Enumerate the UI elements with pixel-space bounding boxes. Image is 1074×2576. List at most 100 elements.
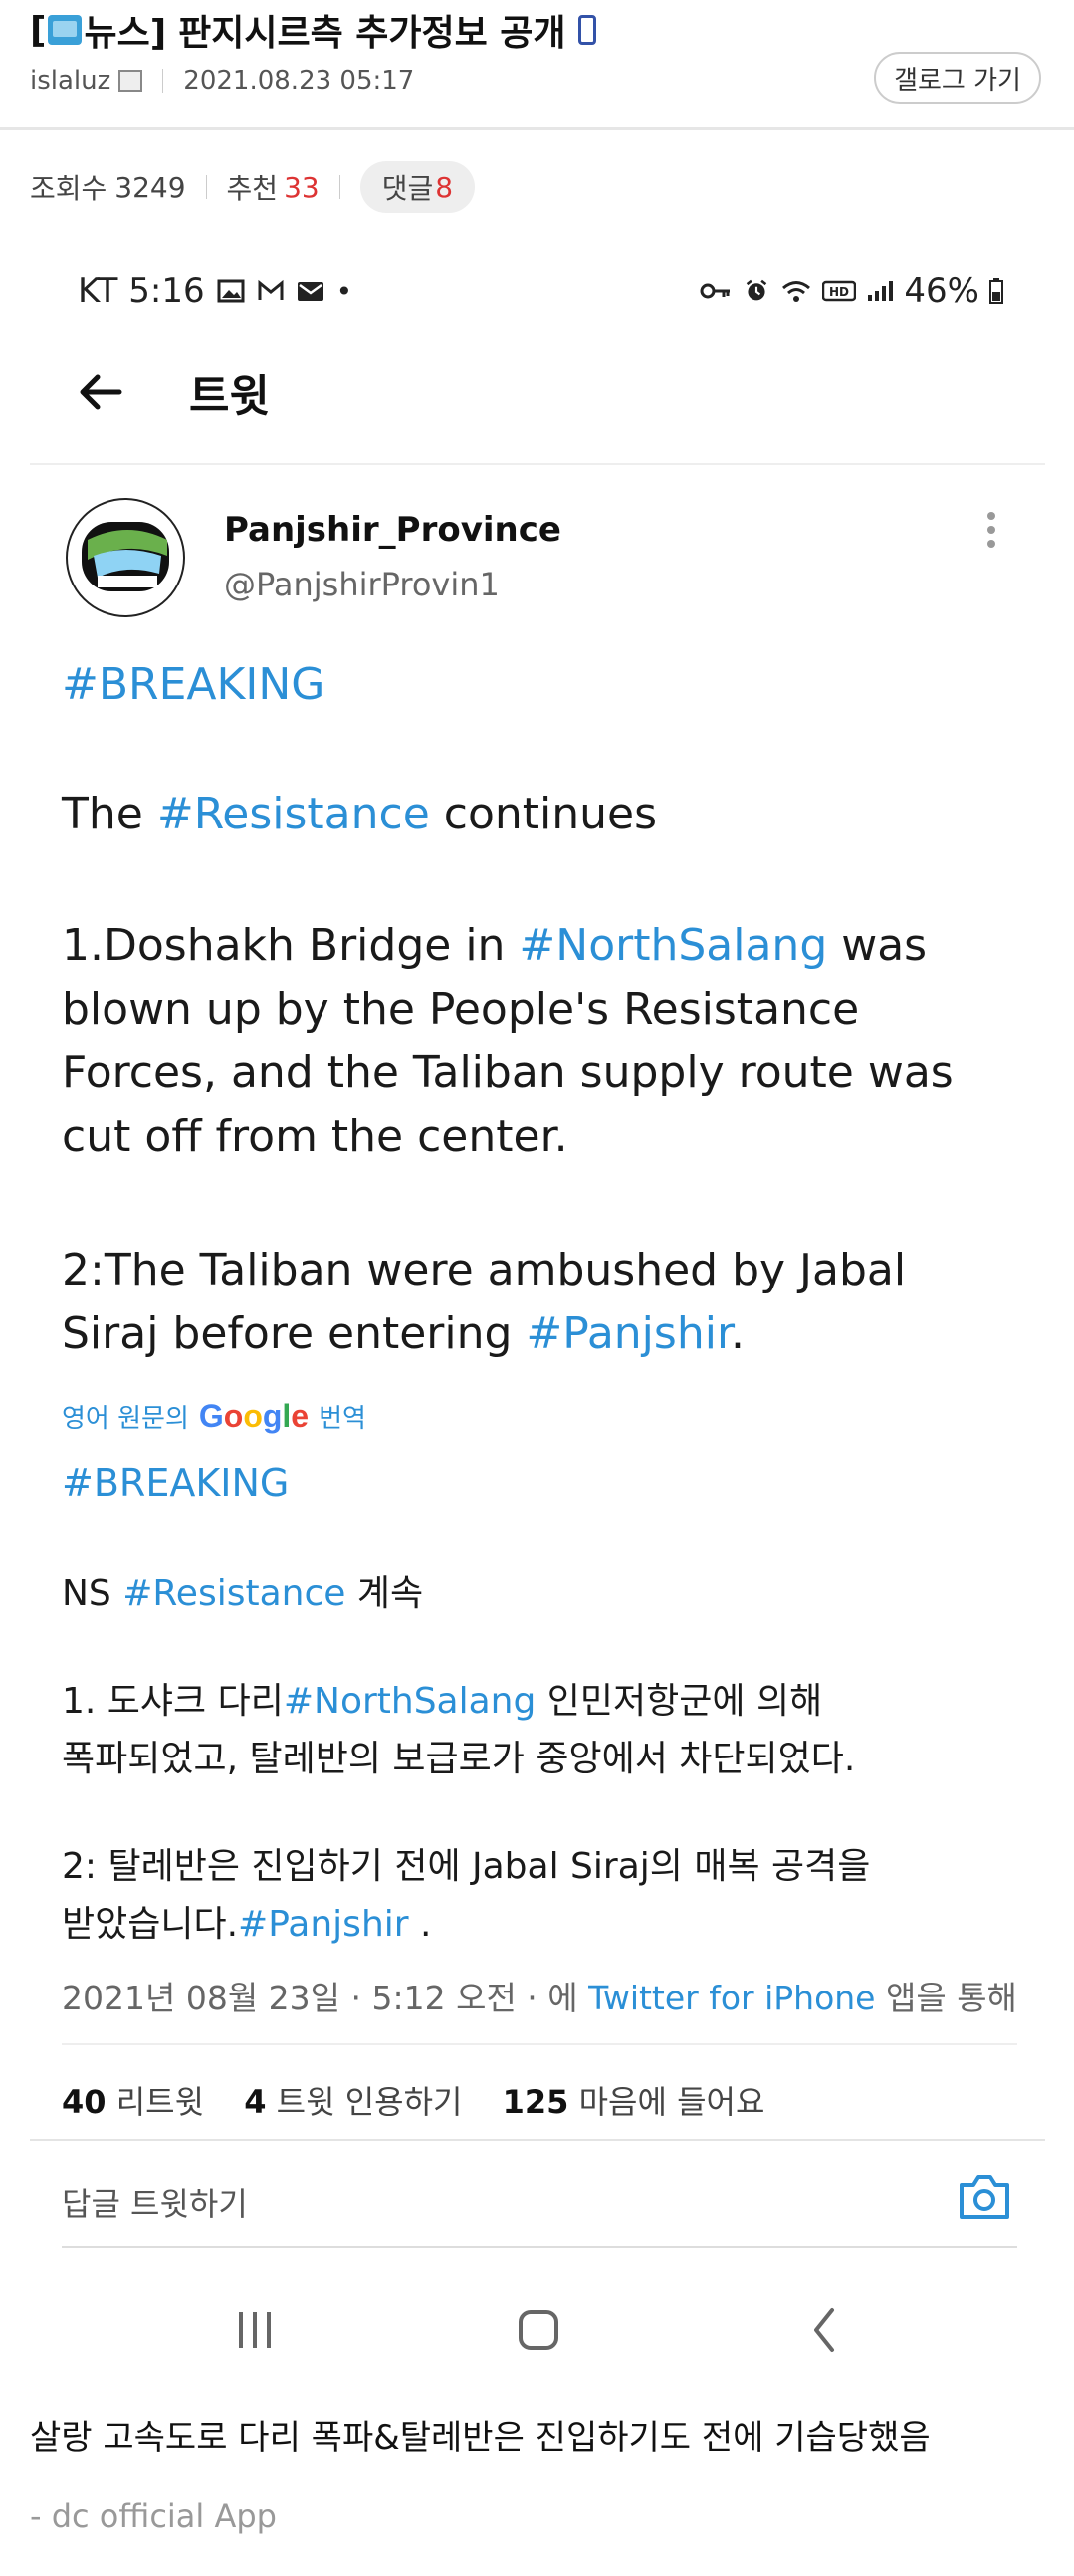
translated-text: . xyxy=(408,1904,432,1945)
hashtag-link[interactable]: #Resistance xyxy=(122,1573,345,1614)
gmail-icon xyxy=(258,279,284,300)
more-options-icon[interactable] xyxy=(985,510,997,550)
tweet-display-name[interactable]: Panjshir_Province xyxy=(224,510,561,550)
likes-stat[interactable]: 125 마음에 들어요 xyxy=(503,2083,765,2121)
home-icon[interactable] xyxy=(519,2310,558,2350)
quotes-stat[interactable]: 4 트윗 인용하기 xyxy=(244,2083,462,2121)
footer-signature: - dc official App xyxy=(30,2497,277,2535)
timestamp-text: 2021년 08월 23일 · 5:12 오전 · 에 xyxy=(62,1979,589,2017)
translated-text: 폭파되었고, 탈레반의 보급로가 중앙에서 차단되었다. xyxy=(62,1739,856,1779)
back-icon[interactable] xyxy=(814,2308,834,2352)
divider xyxy=(162,69,164,93)
tweet-paragraph: 1.Doshakh Bridge in #NorthSalang was blo… xyxy=(62,914,1007,1169)
translated-paragraph: 1. 도샤크 다리#NorthSalang 인민저항군에 의해 폭파되었고, 탈… xyxy=(62,1673,1017,1788)
tweet-text: Forces, and the Taliban supply route was xyxy=(62,1048,954,1098)
post-caption: 살랑 고속도로 다리 폭파&탈레반은 진입하기도 전에 기습당했음 xyxy=(30,2418,931,2458)
likes-label: 마음에 들어요 xyxy=(568,2083,765,2121)
back-arrow-icon[interactable] xyxy=(78,372,123,412)
quotes-label: 트윗 인용하기 xyxy=(266,2083,463,2121)
tweet-text: blown up by the People's Resistance xyxy=(62,984,860,1035)
google-translate-label: 영어 원문의 Google 번역 xyxy=(62,1398,366,1435)
alarm-icon xyxy=(747,279,767,301)
divider xyxy=(30,2139,1045,2141)
translated-text: 2: 탈레반은 진입하기 전에 Jabal Siraj의 매복 공격을 xyxy=(62,1846,871,1887)
battery-icon xyxy=(989,278,1003,304)
gallery-icon xyxy=(217,279,245,303)
title-bracket: [ xyxy=(30,9,47,51)
likes-count: 125 xyxy=(502,2083,569,2121)
phone-status-bar: KT 5:16 • HD 46% xyxy=(78,271,1003,311)
divider xyxy=(205,175,207,199)
tweet-text: was xyxy=(827,920,928,971)
hashtag-link[interactable]: #Panjshir xyxy=(238,1904,409,1945)
tweet-text: 2:The Taliban were ambushed by Jabal xyxy=(62,1245,907,1295)
hashtag-link[interactable]: #NorthSalang xyxy=(519,920,827,971)
tweet-header: 트윗 xyxy=(78,360,270,424)
recommend-count: 33 xyxy=(284,170,320,204)
gallog-button[interactable]: 갤로그 가기 xyxy=(874,52,1041,104)
title-category: 뉴스] xyxy=(84,13,167,54)
header-title: 트윗 xyxy=(189,371,270,422)
user-badge-icon xyxy=(118,70,143,92)
author-name[interactable]: islaluz xyxy=(30,66,110,96)
divider xyxy=(62,2246,1017,2248)
tweet-text: The xyxy=(62,789,157,839)
camera-icon[interactable] xyxy=(958,2171,1011,2221)
tweet-text: continues xyxy=(429,789,658,839)
hashtag-link[interactable]: #BREAKING xyxy=(62,1461,289,1505)
translate-prefix: 영어 원문의 xyxy=(62,1404,189,1434)
signal-icon xyxy=(868,281,894,301)
comments-button[interactable]: 댓글 8 xyxy=(359,161,476,213)
key-icon xyxy=(700,283,731,299)
tweet-line: #BREAKING xyxy=(62,653,1007,717)
hd-voice-icon: HD xyxy=(822,280,857,302)
avatar[interactable] xyxy=(66,498,185,617)
tv-icon xyxy=(48,15,83,45)
tweet-text: 1.Doshakh Bridge in xyxy=(62,920,520,971)
retweets-stat[interactable]: 40 리트윗 xyxy=(62,2083,204,2121)
hashtag-link[interactable]: #NorthSalang xyxy=(284,1681,537,1722)
recents-icon[interactable] xyxy=(239,2312,271,2348)
divider xyxy=(62,2043,1017,2045)
mobile-icon xyxy=(577,15,596,45)
comments-count: 8 xyxy=(435,170,454,204)
translated-text: 계속 xyxy=(345,1573,424,1614)
post-datetime: 2021.08.23 05:17 xyxy=(183,66,415,96)
dot-icon: • xyxy=(335,274,353,308)
views-count: 3249 xyxy=(114,170,186,204)
reply-input[interactable]: 답글 트윗하기 xyxy=(62,2179,248,2225)
quotes-count: 4 xyxy=(244,2083,267,2121)
translated-text: NS xyxy=(62,1573,123,1614)
hashtag-link[interactable]: #BREAKING xyxy=(62,659,324,710)
mail-icon xyxy=(297,282,323,301)
post-stats: 조회수 3249 추천 33 댓글 8 xyxy=(30,161,476,213)
retweets-label: 리트윗 xyxy=(106,2083,205,2121)
comments-label: 댓글 xyxy=(381,172,434,205)
translated-line: NS #Resistance 계속 xyxy=(62,1565,1017,1623)
divider xyxy=(338,175,340,199)
hashtag-link[interactable]: #Panjshir xyxy=(526,1308,731,1359)
tweet-line: The #Resistance continues xyxy=(62,783,1007,846)
wifi-icon xyxy=(782,281,811,302)
translated-text: 인민저항군에 의해 xyxy=(536,1681,823,1722)
tweet-text: . xyxy=(731,1308,745,1359)
tweet-handle[interactable]: @PanjshirProvin1 xyxy=(224,566,500,603)
post-meta: islaluz 2021.08.23 05:17 xyxy=(30,66,414,96)
battery-percent: 46% xyxy=(904,271,979,311)
translated-text: 1. 도샤크 다리 xyxy=(62,1681,284,1722)
title-text: 판지시르측 추가정보 공개 xyxy=(178,13,566,54)
source-link[interactable]: Twitter for iPhone xyxy=(588,1979,875,2017)
android-nav-bar xyxy=(239,2308,834,2352)
views-label: 조회수 xyxy=(30,172,107,205)
tweet-paragraph: 2:The Taliban were ambushed by Jabal Sir… xyxy=(62,1239,1007,1366)
tweet-text: Siraj before entering xyxy=(62,1308,527,1359)
google-logo-icon: Google xyxy=(198,1398,310,1434)
tweet-timestamp: 2021년 08월 23일 · 5:12 오전 · 에 Twitter for … xyxy=(62,1972,1017,2019)
translated-paragraph: 2: 탈레반은 진입하기 전에 Jabal Siraj의 매복 공격을 받았습니… xyxy=(62,1838,1017,1954)
translated-line: #BREAKING xyxy=(62,1454,1017,1512)
translated-text: 받았습니다. xyxy=(62,1904,239,1945)
divider xyxy=(0,127,1074,130)
engagement-counts: 40 리트윗 4 트윗 인용하기 125 마음에 들어요 xyxy=(62,2077,764,2123)
post-title: [ 뉴스] 판지시르측 추가정보 공개 xyxy=(30,4,596,56)
hashtag-link[interactable]: #Resistance xyxy=(157,789,430,839)
